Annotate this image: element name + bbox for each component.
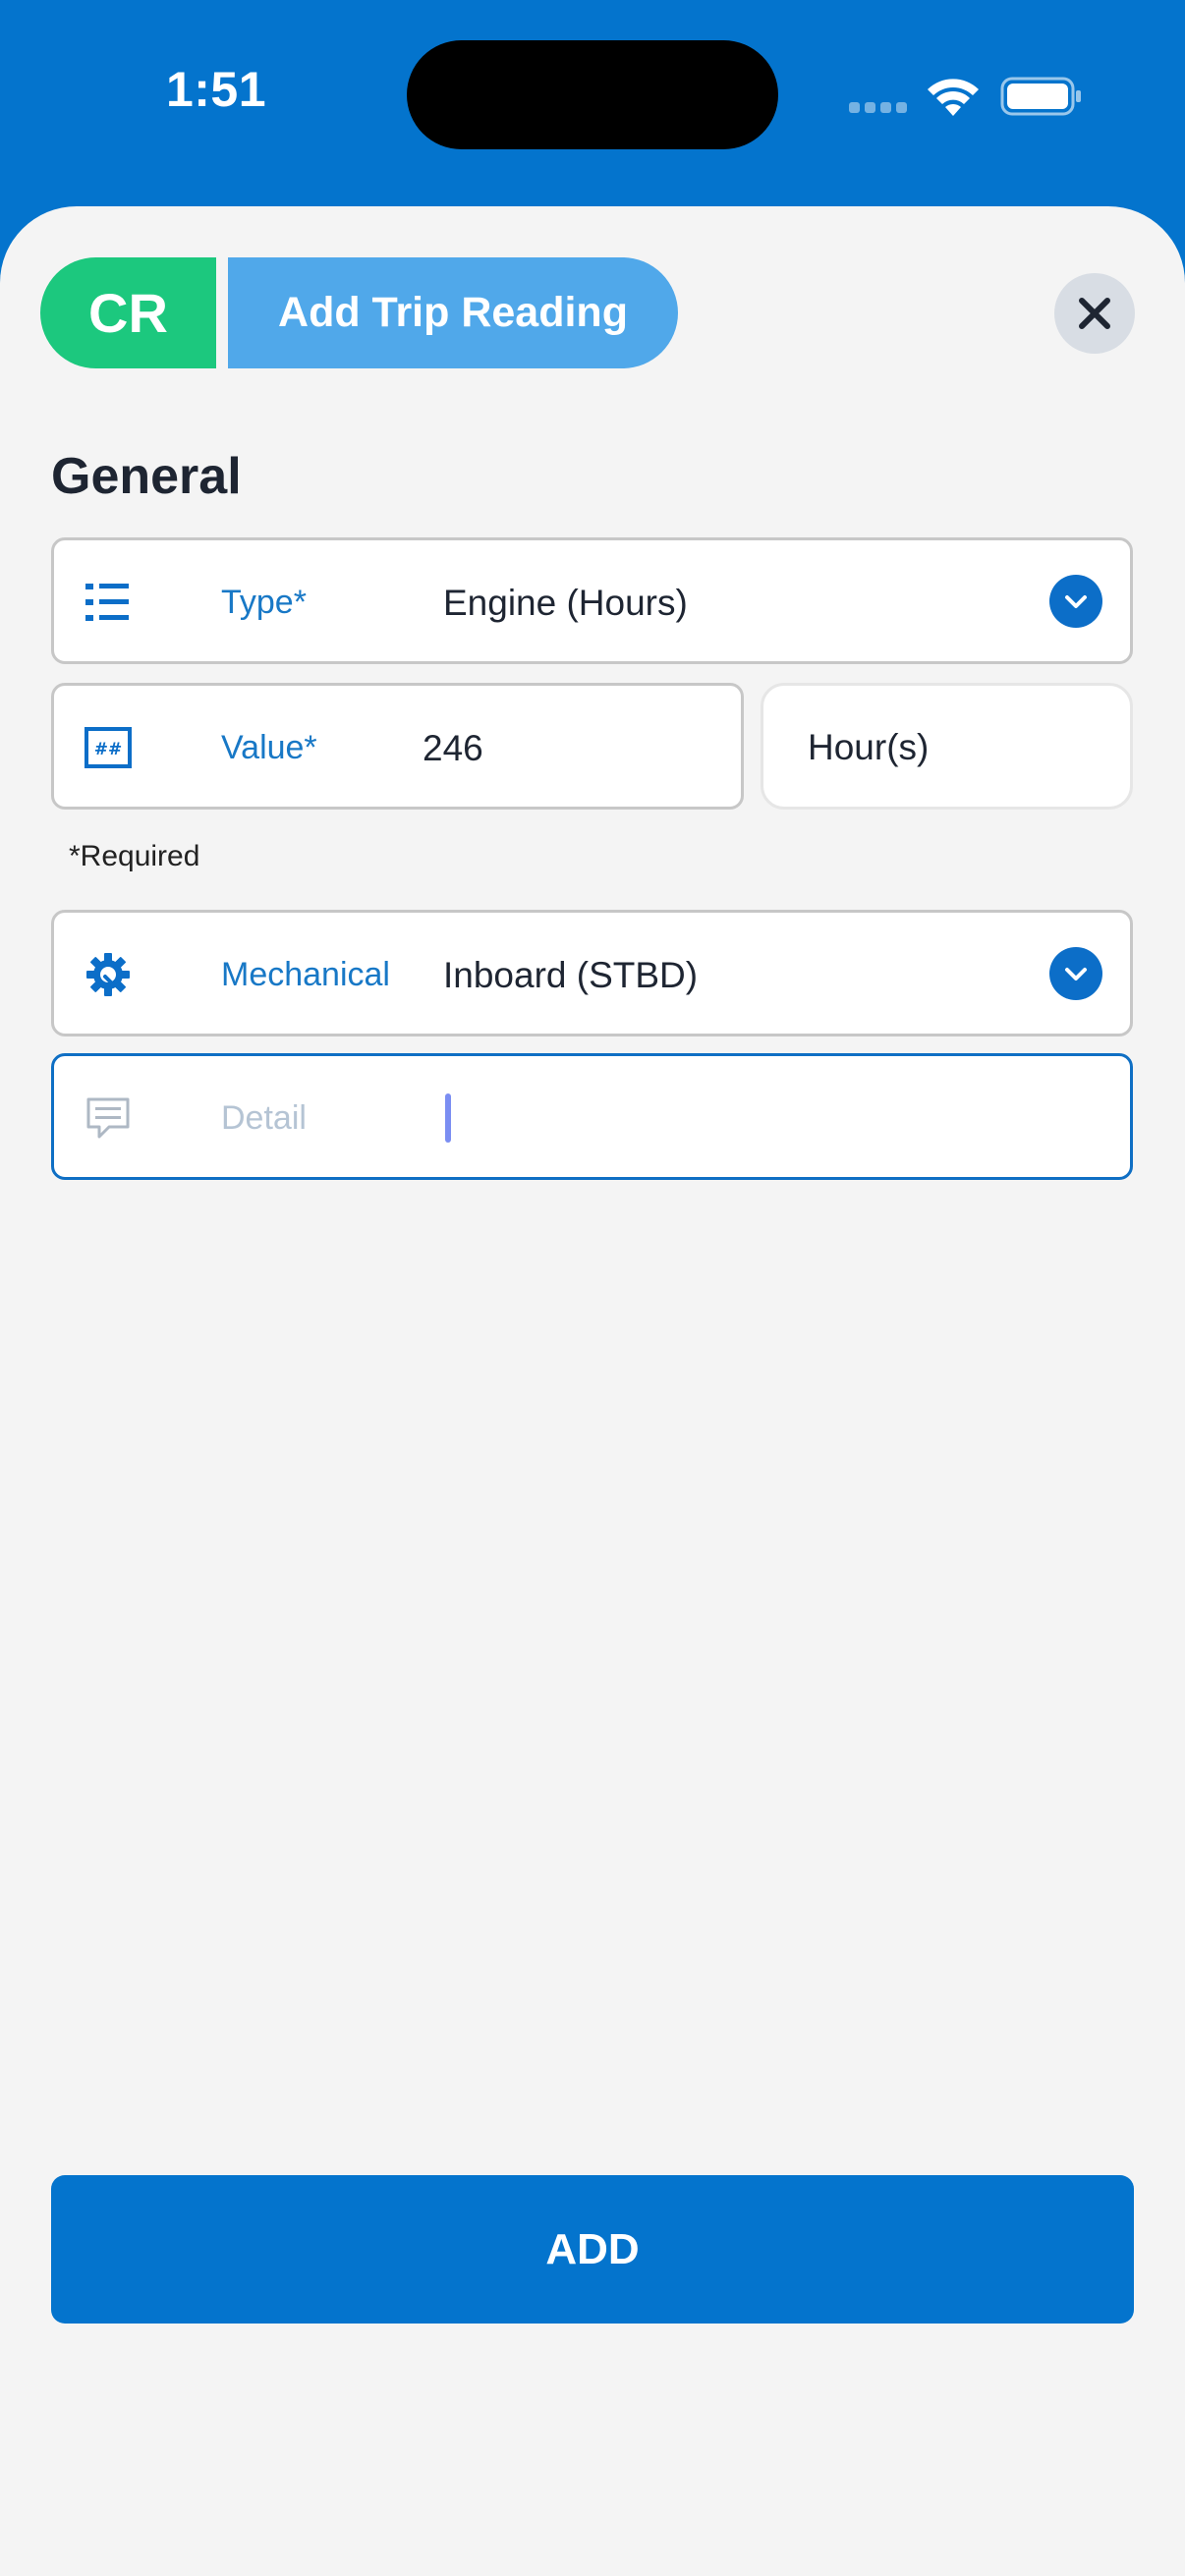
chevron-down-icon <box>1065 595 1087 608</box>
text-cursor <box>445 1093 451 1143</box>
chevron-down-icon <box>1065 968 1087 980</box>
mechanical-label: Mechanical <box>221 956 390 993</box>
unit-label: Hour(s) <box>808 727 930 767</box>
type-value: Engine (Hours) <box>443 583 688 623</box>
detail-placeholder: Detail <box>221 1099 307 1137</box>
number-icon: ## <box>85 727 132 768</box>
header-badge: CR <box>40 257 216 368</box>
type-dropdown-button[interactable] <box>1049 575 1102 628</box>
status-time: 1:51 <box>165 62 267 117</box>
mechanical-select[interactable]: Mechanical Inboard (STBD) <box>51 910 1133 1036</box>
detail-input[interactable]: Detail <box>51 1053 1133 1180</box>
comment-icon <box>86 1097 130 1139</box>
svg-text:##: ## <box>94 740 123 759</box>
battery-icon <box>1000 77 1081 116</box>
value-input[interactable]: ## Value* 246 <box>51 683 744 810</box>
dynamic-island <box>407 40 778 149</box>
gear-icon <box>86 953 130 996</box>
add-button[interactable]: ADD <box>51 2175 1134 2324</box>
cellular-signal-icon <box>849 102 908 114</box>
close-icon <box>1079 298 1110 329</box>
mechanical-value: Inboard (STBD) <box>443 955 699 995</box>
status-bar: 1:51 <box>0 0 1185 196</box>
value-label: Value* <box>221 729 317 766</box>
type-select[interactable]: Type* Engine (Hours) <box>51 537 1133 664</box>
close-button[interactable] <box>1054 273 1135 354</box>
unit-display: Hour(s) <box>761 683 1133 810</box>
list-icon <box>85 584 129 621</box>
wifi-icon <box>928 79 979 116</box>
type-label: Type* <box>221 584 307 621</box>
mechanical-dropdown-button[interactable] <box>1049 947 1102 1000</box>
required-note: *Required <box>69 840 200 872</box>
page-title: Add Trip Reading <box>228 257 678 368</box>
value-value: 246 <box>423 728 483 768</box>
section-title: General <box>51 448 242 505</box>
